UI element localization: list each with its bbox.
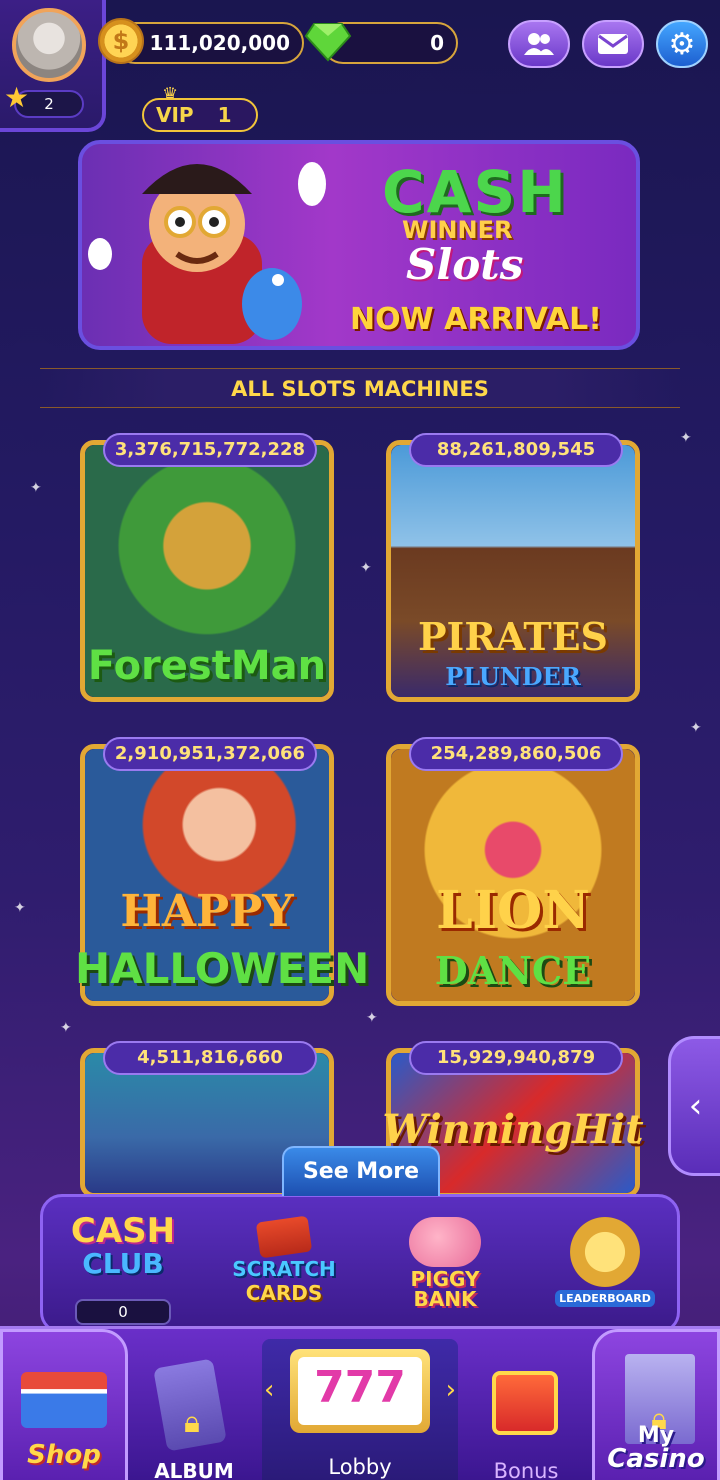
see-more-button[interactable]: See More [282,1146,440,1196]
jackpot-amount: 88,261,809,545 [409,433,623,467]
top-bar: ★ 2 111,020,000 $ 0 ⚙ [0,0,720,132]
vip-label: VIP [156,103,194,127]
settings-button[interactable]: ⚙ [656,20,708,68]
piggy-label-2: BANK [413,1287,477,1311]
pirate-character-image [88,162,326,344]
slot-title: LION [436,880,590,941]
jackpot-amount: 3,376,715,772,228 [103,433,317,467]
cash-club-label-2: CLUB [82,1247,164,1280]
feature-panel: CASH CLUB 0 SCRATCH CARDS PIGGY BANK LEA… [40,1194,680,1334]
trophy-icon [570,1217,640,1287]
nav-album[interactable]: 🔒︎ ALBUM [134,1349,254,1480]
slot-subtitle: HALLOWEEN [75,944,370,993]
slot-card-forestman[interactable]: 3,376,715,772,228 ForestMan [80,433,334,702]
banner-title-slots: Slots [406,240,524,289]
coin-icon: $ [98,18,144,64]
chevron-left-icon[interactable]: ‹ [264,1375,274,1405]
gift-icon [492,1371,558,1435]
section-title: ALL SLOTS MACHINES [40,368,680,408]
chevron-left-icon: ‹ [688,1086,703,1126]
gear-icon: ⚙ [668,26,696,62]
scratch-cards-button[interactable]: SCRATCH CARDS [229,1211,339,1305]
slot-card-lion-dance[interactable]: 254,289,860,506 LION DANCE [386,737,640,1006]
nav-shop[interactable]: Shop [0,1329,128,1480]
coin-value: 111,020,000 [149,31,290,55]
banner-tagline: NOW ARRIVAL! [350,302,602,337]
nav-bonus[interactable]: Bonus [466,1349,586,1480]
piggy-bank-icon [409,1217,481,1267]
piggy-bank-button[interactable]: PIGGY BANK [391,1211,499,1311]
level-badge: ★ 2 [4,84,84,118]
slot-title: ForestMan [87,643,327,689]
cash-club-button[interactable]: CASH CLUB [67,1211,179,1280]
nav-my-casino-label-2: Casino [607,1444,705,1474]
gem-value: 0 [430,31,444,55]
cash-club-count: 0 [75,1299,171,1325]
star-icon: ★ [4,81,30,114]
nav-my-casino[interactable]: 🔒︎ My Casino [592,1329,720,1480]
slot-card-pirates-plunder[interactable]: 88,261,809,545 PIRATES PLUNDER [386,433,640,702]
scratch-label-2: CARDS [245,1281,323,1305]
nav-lobby[interactable]: 777 ‹ › Lobby [262,1339,458,1480]
promo-banner[interactable]: CASH WINNER Slots NOW ARRIVAL! [78,140,640,350]
slot-machine-icon: 777 [290,1349,430,1433]
vip-level: 1 [217,103,232,127]
slot-art [391,445,635,697]
nav-shop-label: Shop [27,1440,101,1470]
nav-bonus-label: Bonus [493,1459,559,1480]
scratch-label-1: SCRATCH [232,1257,336,1281]
slot-title: HAPPY [120,886,294,937]
mail-icon [598,34,628,54]
cash-club-label-1: CASH [70,1211,176,1251]
slot-card-happy-halloween[interactable]: 2,910,951,372,066 HAPPY HALLOWEEN [75,737,369,1006]
nav-album-label: ALBUM [154,1459,234,1480]
slot-subtitle: DANCE [434,948,592,993]
shop-icon [21,1372,107,1428]
gem-icon [304,23,352,62]
lock-icon: 🔒︎ [184,1405,200,1440]
profile-panel[interactable]: ★ 2 [0,0,106,132]
vip-badge[interactable]: VIP 1 [142,98,258,132]
level-value: 2 [44,95,54,113]
jackpot-amount: 2,910,951,372,066 [103,737,317,771]
scratch-card-icon [255,1215,313,1259]
slot-subtitle: PLUNDER [445,662,581,691]
friends-icon [524,33,554,55]
slot-title: PIRATES [417,614,609,659]
jackpot-amount: 4,511,816,660 [103,1041,317,1075]
side-panel-toggle[interactable]: ‹ [668,1036,720,1176]
jackpot-amount: 254,289,860,506 [409,737,623,771]
friends-button[interactable] [508,20,570,68]
mail-button[interactable] [582,20,644,68]
jackpot-amount: 15,929,940,879 [409,1041,623,1075]
nav-lobby-label: Lobby [328,1455,392,1479]
leaderboard-button[interactable]: LEADERBOARD [549,1211,661,1307]
chevron-right-icon[interactable]: › [446,1375,456,1405]
avatar[interactable] [12,8,86,82]
leaderboard-label: LEADERBOARD [555,1290,655,1307]
bottom-nav: Shop 🔒︎ ALBUM 777 ‹ › Lobby Bonus 🔒︎ My … [0,1326,720,1480]
